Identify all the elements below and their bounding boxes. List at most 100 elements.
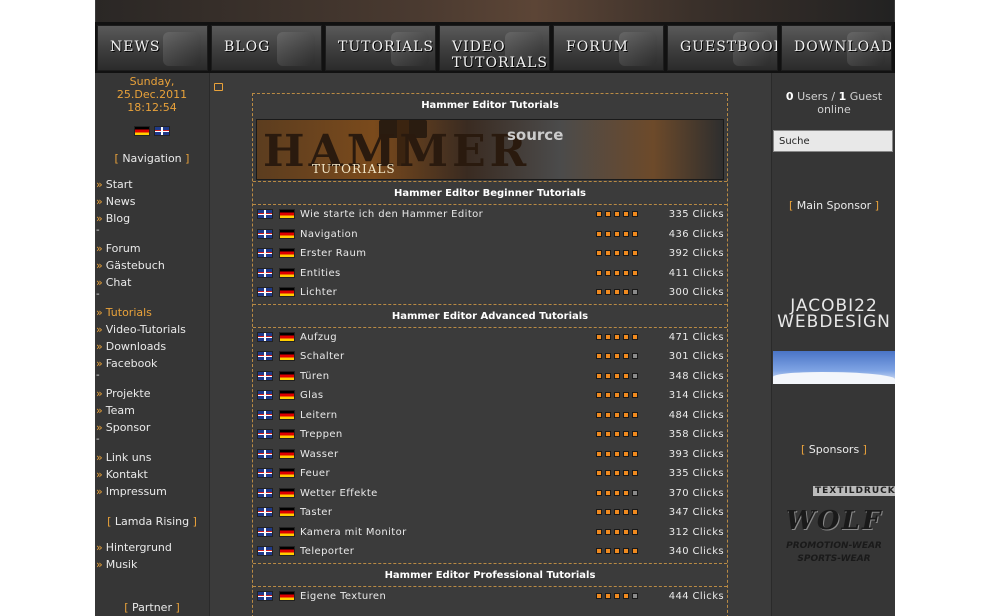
- tutorial-title[interactable]: Aufzug: [300, 332, 337, 343]
- english-flag-icon[interactable]: [257, 526, 273, 537]
- nav-link-forum[interactable]: » Forum: [96, 242, 141, 256]
- english-flag-icon[interactable]: [257, 370, 273, 381]
- english-flag-icon[interactable]: [257, 248, 273, 258]
- nav-button-guestbook[interactable]: Guestbook: [667, 25, 778, 71]
- german-flag-icon[interactable]: [279, 546, 295, 556]
- search-input[interactable]: [773, 130, 893, 152]
- nav-link-chat[interactable]: » Chat: [96, 276, 131, 290]
- users-count: 0: [785, 90, 794, 103]
- german-flag-icon[interactable]: [279, 429, 295, 439]
- tutorial-title[interactable]: Navigation: [300, 229, 358, 240]
- nav-button-downloads[interactable]: Downloads: [781, 25, 892, 71]
- rating-square-icon: [596, 548, 602, 554]
- tutorial-title[interactable]: Kamera mit Monitor: [300, 527, 407, 538]
- nav-button-tutorials[interactable]: Tutorials: [325, 25, 436, 71]
- german-flag-icon[interactable]: [279, 409, 295, 420]
- nav-link-start[interactable]: » Start: [96, 178, 133, 192]
- tutorial-title[interactable]: Treppen: [300, 429, 343, 440]
- nav-link-video-tutorials[interactable]: » Video-Tutorials: [96, 323, 186, 337]
- menu-separator: -: [96, 225, 100, 236]
- click-count: 300 Clicks: [668, 287, 724, 298]
- nav-link-team[interactable]: » Team: [96, 404, 135, 418]
- lamda-link-hintergrund[interactable]: » Hintergrund: [96, 541, 172, 555]
- english-flag-icon[interactable]: [257, 351, 273, 361]
- nav-link-link-uns[interactable]: » Link uns: [96, 451, 151, 465]
- tutorial-title[interactable]: Türen: [300, 371, 329, 382]
- german-flag-icon[interactable]: [279, 351, 295, 361]
- tutorial-title[interactable]: Taster: [300, 507, 332, 518]
- print-icon[interactable]: [214, 83, 223, 91]
- nav-link-impressum[interactable]: » Impressum: [96, 485, 167, 499]
- nav-button-label: Guestbook: [680, 39, 778, 55]
- tutorial-title[interactable]: Teleporter: [300, 546, 354, 557]
- wolf-textildruck-logo[interactable]: TEXTILDRUCK WOLF PROMOTION-WEAR SPORTS-W…: [773, 480, 895, 570]
- german-flag-icon[interactable]: [279, 209, 295, 219]
- nav-link-downloads[interactable]: » Downloads: [96, 340, 166, 354]
- tutorial-title[interactable]: Feuer: [300, 468, 330, 479]
- german-flag-icon[interactable]: [279, 267, 295, 278]
- nav-link-facebook[interactable]: » Facebook: [96, 357, 157, 371]
- german-flag-icon[interactable]: [279, 468, 295, 478]
- tutorial-title[interactable]: Wetter Effekte: [300, 488, 378, 499]
- nav-link-blog[interactable]: » Blog: [96, 212, 130, 226]
- german-flag-icon[interactable]: [279, 390, 295, 400]
- nav-link-projekte[interactable]: » Projekte: [96, 387, 150, 401]
- hammer-tutorials-banner: HAMMER TUTORIALS source: [256, 119, 724, 180]
- german-flag-icon[interactable]: [279, 487, 295, 498]
- winter-banner-image[interactable]: [773, 351, 895, 384]
- nav-link-tutorials[interactable]: » Tutorials: [96, 306, 152, 320]
- nav-button-blog[interactable]: Blog: [211, 25, 322, 71]
- german-flag-icon[interactable]: [134, 126, 150, 136]
- partner-heading: [ Partner ]: [124, 601, 180, 614]
- tutorial-title[interactable]: Glas: [300, 390, 323, 401]
- right-sidebar: 0 Users / 1 Guest online [ Main Sponsor …: [771, 73, 895, 616]
- rating-square-icon: [614, 548, 620, 554]
- rating-square-icon: [605, 450, 611, 457]
- german-flag-icon[interactable]: [279, 590, 295, 601]
- tutorial-title[interactable]: Erster Raum: [300, 248, 366, 259]
- german-flag-icon[interactable]: [279, 248, 295, 258]
- english-flag-icon[interactable]: [257, 468, 273, 478]
- tutorial-row: Feuer 335 Clicks: [256, 465, 726, 481]
- german-flag-icon[interactable]: [279, 370, 295, 381]
- nav-link-gaestebuch[interactable]: » Gästebuch: [96, 259, 165, 273]
- tutorial-title[interactable]: Eigene Texturen: [300, 591, 386, 602]
- english-flag-icon[interactable]: [257, 507, 273, 517]
- nav-button-news[interactable]: News: [97, 25, 208, 71]
- english-flag-icon[interactable]: [257, 448, 273, 459]
- german-flag-icon[interactable]: [279, 526, 295, 537]
- tutorial-title[interactable]: Leitern: [300, 410, 337, 421]
- nav-link-label: Chat: [105, 276, 132, 289]
- nav-link-sponsor[interactable]: » Sponsor: [96, 421, 150, 435]
- english-flag-icon[interactable]: [257, 331, 273, 342]
- tutorial-title[interactable]: Entities: [300, 268, 341, 279]
- english-flag-icon[interactable]: [257, 267, 273, 278]
- nav-button-forum[interactable]: Forum: [553, 25, 664, 71]
- german-flag-icon[interactable]: [279, 448, 295, 459]
- german-flag-icon[interactable]: [279, 507, 295, 517]
- nav-link-news[interactable]: » News: [96, 195, 135, 209]
- nav-link-kontakt[interactable]: » Kontakt: [96, 468, 148, 482]
- tutorial-title[interactable]: Schalter: [300, 351, 344, 362]
- german-flag-icon[interactable]: [279, 287, 295, 297]
- english-flag-icon[interactable]: [257, 409, 273, 420]
- jacobi22-webdesign-logo[interactable]: JACOBI22 WEBDESIGN: [773, 298, 895, 331]
- lamda-link-musik[interactable]: » Musik: [96, 558, 137, 572]
- english-flag-icon[interactable]: [257, 209, 273, 219]
- english-flag-icon[interactable]: [257, 390, 273, 400]
- nav-button-video-tutorials[interactable]: Video Tutorials: [439, 25, 550, 71]
- english-flag-icon[interactable]: [257, 429, 273, 439]
- english-flag-icon[interactable]: [154, 126, 170, 136]
- english-flag-icon[interactable]: [257, 487, 273, 498]
- tutorial-title[interactable]: Lichter: [300, 287, 337, 298]
- german-flag-icon[interactable]: [279, 331, 295, 342]
- rating-square-icon: [605, 230, 611, 237]
- english-flag-icon[interactable]: [257, 287, 273, 297]
- english-flag-icon[interactable]: [257, 590, 273, 601]
- english-flag-icon[interactable]: [257, 228, 273, 239]
- tutorial-title[interactable]: Wasser: [300, 449, 338, 460]
- english-flag-icon[interactable]: [257, 546, 273, 556]
- nav-link-label: Start: [105, 178, 133, 191]
- tutorial-title[interactable]: Wie starte ich den Hammer Editor: [300, 209, 483, 220]
- german-flag-icon[interactable]: [279, 228, 295, 239]
